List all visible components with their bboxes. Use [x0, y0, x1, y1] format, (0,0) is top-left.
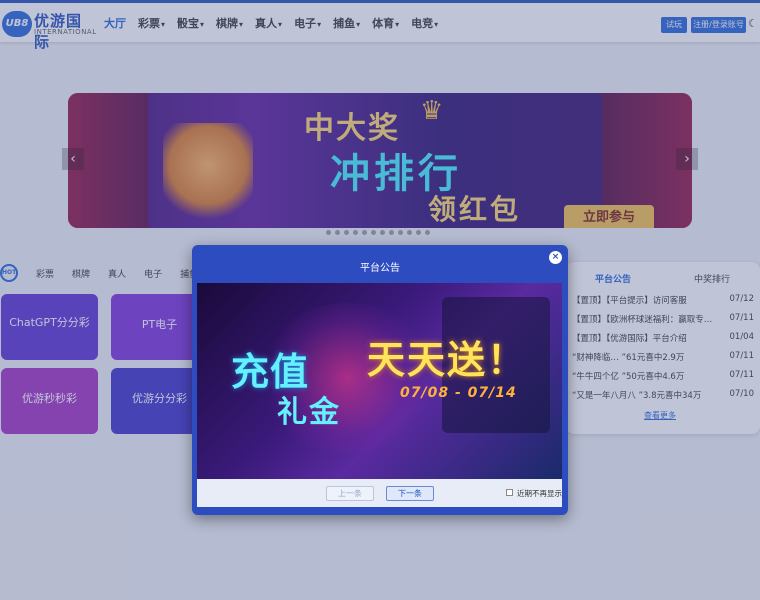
- promo-date: 07/08 - 07/14: [400, 385, 517, 401]
- announcement-modal: 平台公告 × 充值 天天送！ 礼金 07/08 - 07/14 上一条 下一条 …: [192, 245, 568, 515]
- modal-footer: 上一条 下一条 近期不再显示: [197, 479, 562, 507]
- promo-line2: 天天送！: [367, 338, 528, 382]
- next-button[interactable]: 下一条: [386, 486, 434, 501]
- promo-line3: 礼金: [277, 395, 341, 430]
- dont-show-label: 近期不再显示: [517, 489, 562, 498]
- dont-show-checkbox[interactable]: [506, 489, 513, 496]
- close-icon[interactable]: ×: [549, 251, 562, 264]
- modal-title: 平台公告: [360, 263, 400, 274]
- prev-button[interactable]: 上一条: [326, 486, 374, 501]
- promo-image: 充值 天天送！ 礼金 07/08 - 07/14: [197, 283, 562, 479]
